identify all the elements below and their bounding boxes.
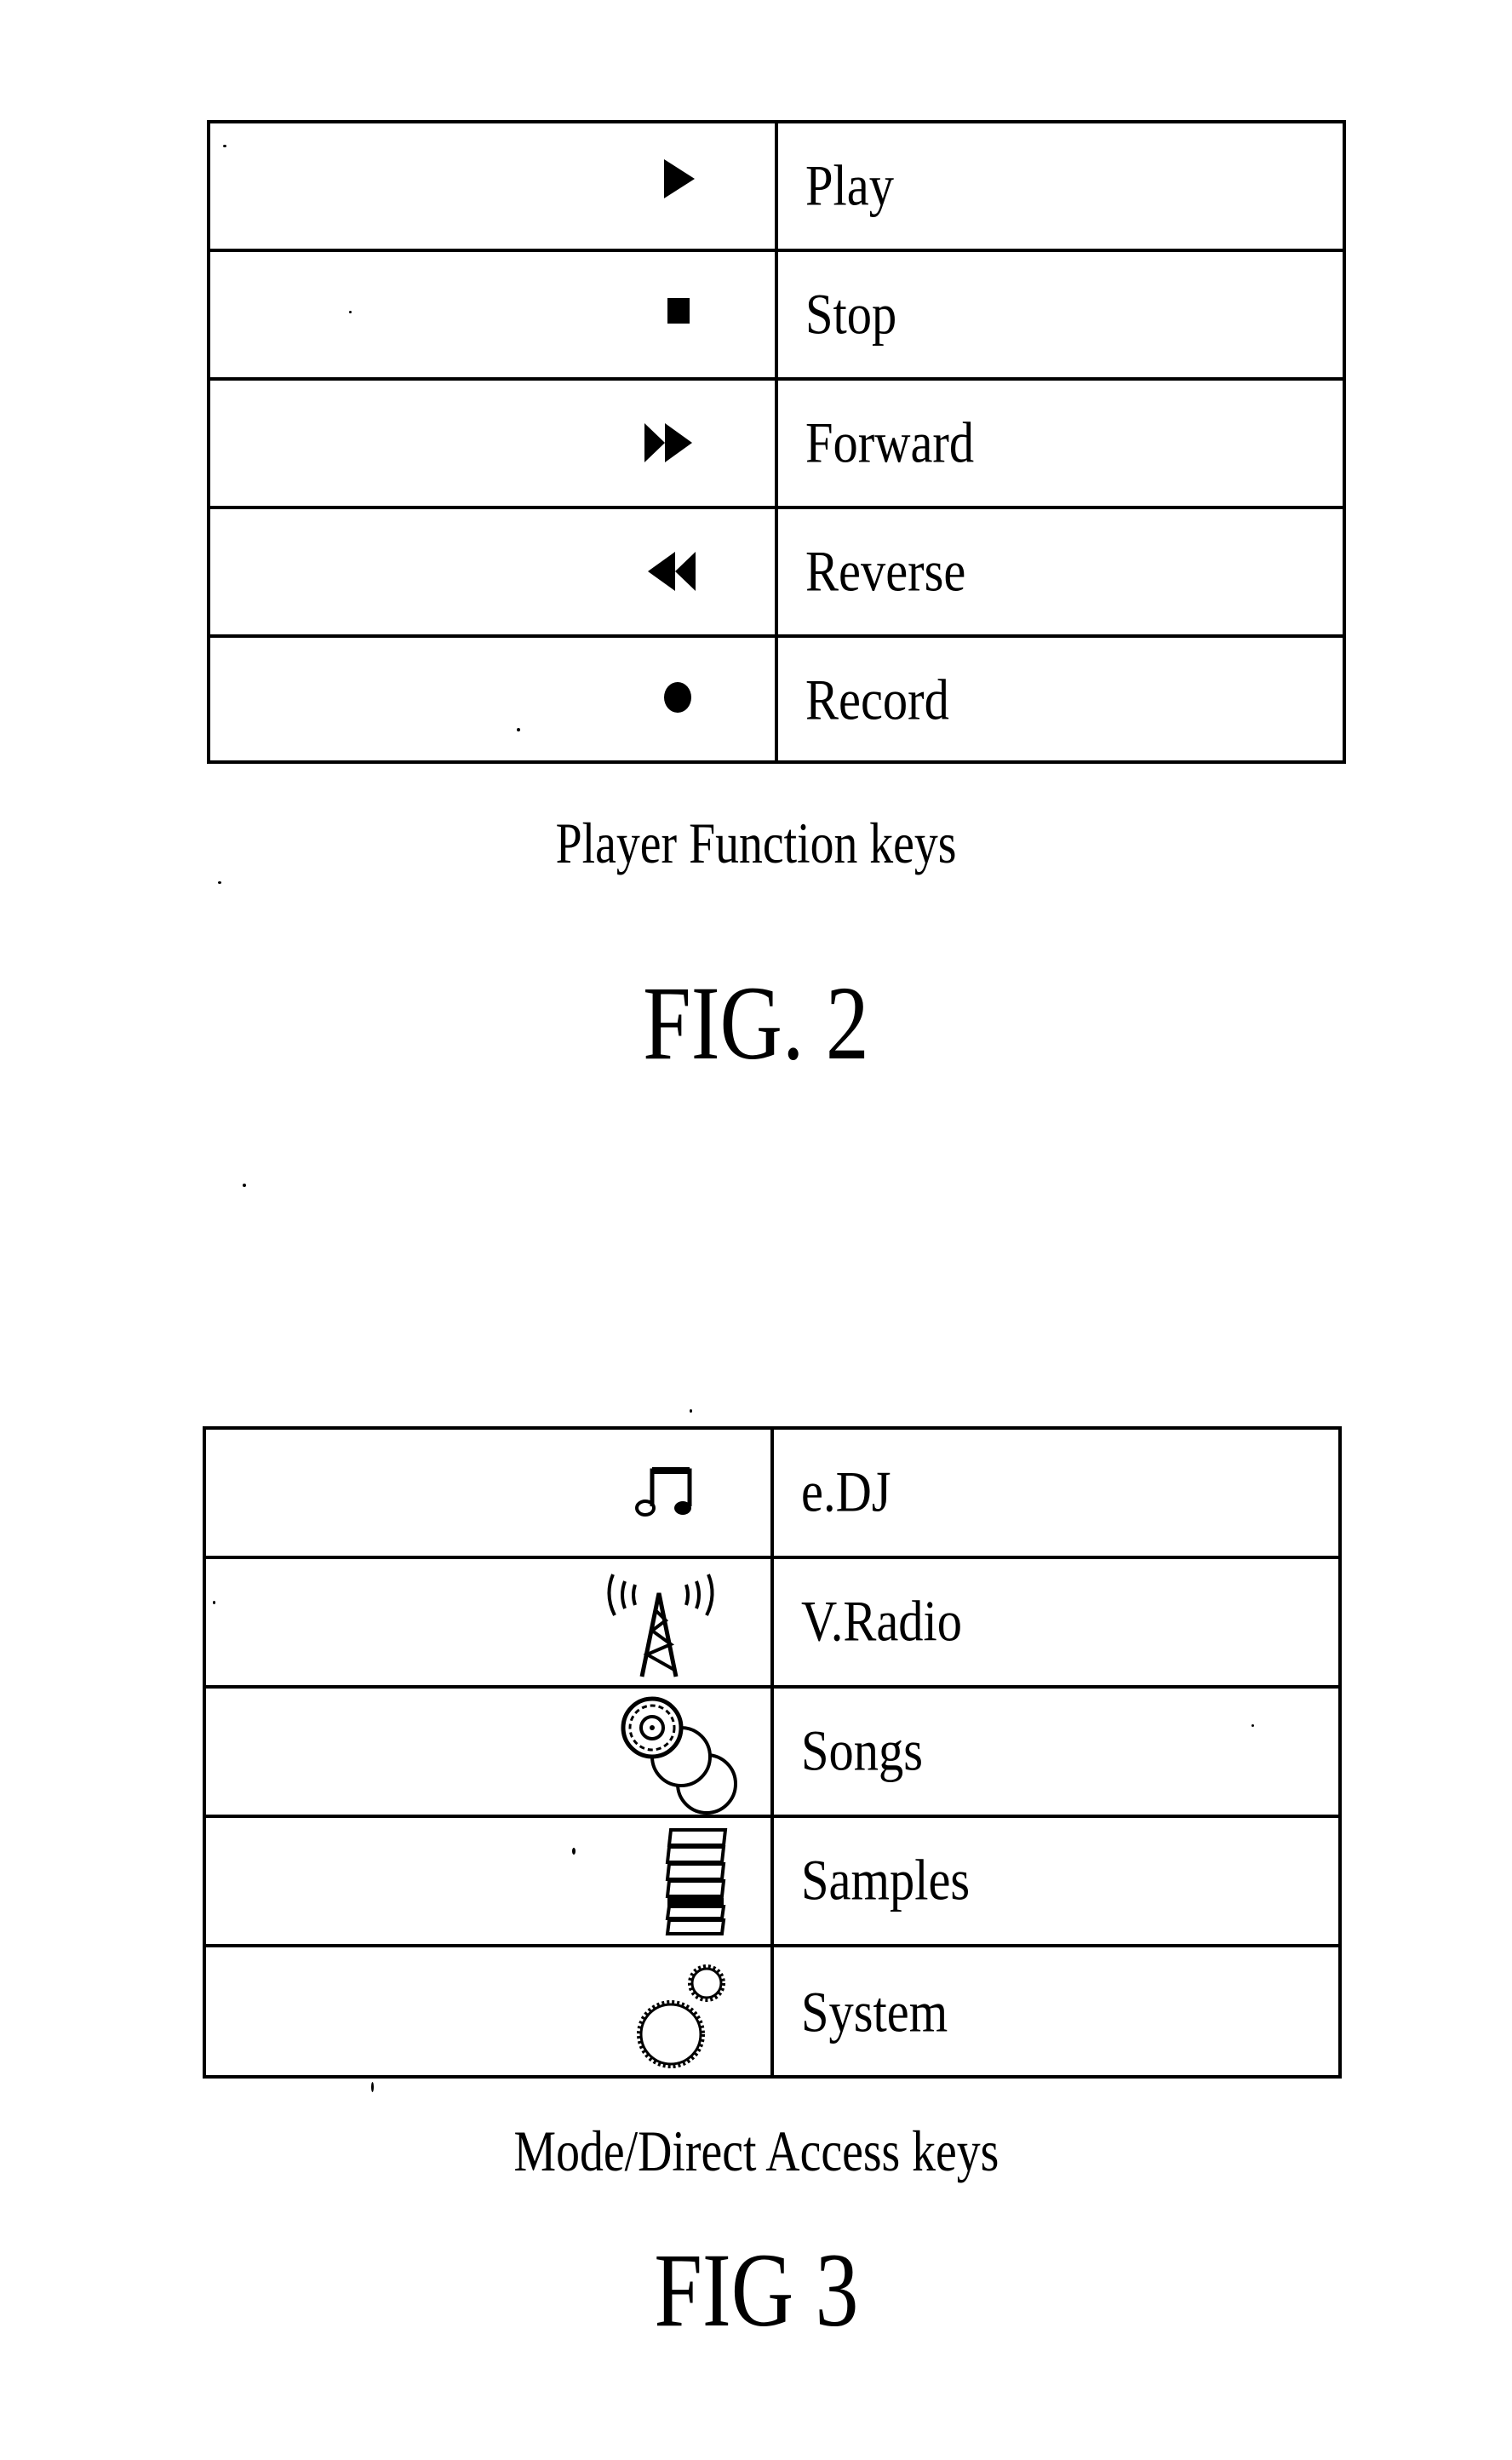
label-cell: Samples — [774, 1818, 1338, 1944]
icon-cell — [206, 1818, 774, 1944]
scan-speck — [690, 1409, 692, 1413]
key-row-vradio: V.Radio — [206, 1559, 1338, 1689]
key-label: Play — [805, 152, 894, 218]
scan-speck — [213, 1601, 215, 1604]
icon-cell — [206, 1689, 774, 1815]
key-row-system: System — [206, 1947, 1338, 2079]
stacked-samples-icon — [665, 1828, 728, 1935]
icon-cell — [210, 638, 778, 764]
key-label: V.Radio — [801, 1588, 963, 1654]
scan-speck — [243, 1184, 246, 1187]
player-function-keys-table: Play Stop Forward Reverse Record — [207, 120, 1346, 764]
key-row-edj: e.DJ — [206, 1430, 1338, 1559]
key-label: System — [801, 1979, 948, 2044]
mode-direct-access-keys-table: e.DJ V.Radio Songs Samples System — [203, 1426, 1342, 2079]
icon-cell — [210, 252, 778, 377]
scan-speck — [218, 881, 221, 884]
label-cell: System — [774, 1947, 1338, 2079]
scan-speck — [371, 2082, 374, 2092]
fig3-label: FIG 3 — [0, 2238, 1512, 2343]
fig3-caption: Mode/Direct Access keys — [0, 2122, 1512, 2180]
scan-speck — [1251, 1724, 1254, 1727]
key-label: e.DJ — [801, 1459, 891, 1524]
key-label: Stop — [805, 281, 897, 347]
scan-speck — [223, 145, 226, 147]
key-label: Forward — [805, 410, 975, 475]
key-label: Samples — [801, 1847, 971, 1912]
label-cell: Forward — [778, 381, 1343, 506]
label-cell: Reverse — [778, 509, 1343, 634]
key-row-forward: Forward — [210, 381, 1343, 509]
label-cell: Songs — [774, 1689, 1338, 1815]
icon-cell — [210, 381, 778, 506]
key-label: Reverse — [805, 538, 966, 604]
key-label: Record — [805, 667, 949, 732]
key-row-samples: Samples — [206, 1818, 1338, 1947]
icon-cell — [206, 1559, 774, 1685]
label-cell: e.DJ — [774, 1430, 1338, 1556]
fig2-label: FIG. 2 — [0, 971, 1512, 1076]
fast-forward-icon — [644, 423, 692, 462]
radio-tower-icon — [607, 1574, 714, 1677]
record-icon — [664, 682, 691, 713]
label-cell: Stop — [778, 252, 1343, 377]
key-label: Songs — [801, 1717, 924, 1783]
key-row-reverse: Reverse — [210, 509, 1343, 638]
fig2-label-text: FIG. 2 — [643, 965, 869, 1081]
icon-cell — [210, 123, 778, 249]
icon-cell — [210, 509, 778, 634]
music-note-icon — [635, 1467, 692, 1517]
fig2-caption-text: Player Function keys — [555, 811, 957, 875]
fig3-label-text: FIG 3 — [653, 2232, 859, 2348]
key-row-stop: Stop — [210, 252, 1343, 381]
icon-cell — [206, 1430, 774, 1556]
label-cell: Record — [778, 638, 1343, 764]
key-row-record: Record — [210, 638, 1343, 764]
discs-icon — [621, 1696, 737, 1815]
key-row-songs: Songs — [206, 1689, 1338, 1818]
key-row-play: Play — [210, 123, 1343, 252]
stop-icon — [667, 298, 690, 324]
scan-speck — [349, 311, 352, 313]
fig2-caption: Player Function keys — [0, 814, 1512, 872]
play-icon — [664, 159, 695, 198]
rewind-icon — [648, 552, 696, 591]
scan-speck — [572, 1848, 576, 1855]
icon-cell — [206, 1947, 774, 2079]
label-cell: Play — [778, 123, 1343, 249]
gears-icon — [637, 1964, 725, 2068]
fig3-caption-text: Mode/Direct Access keys — [513, 2119, 999, 2183]
label-cell: V.Radio — [774, 1559, 1338, 1685]
scan-speck — [517, 728, 520, 731]
